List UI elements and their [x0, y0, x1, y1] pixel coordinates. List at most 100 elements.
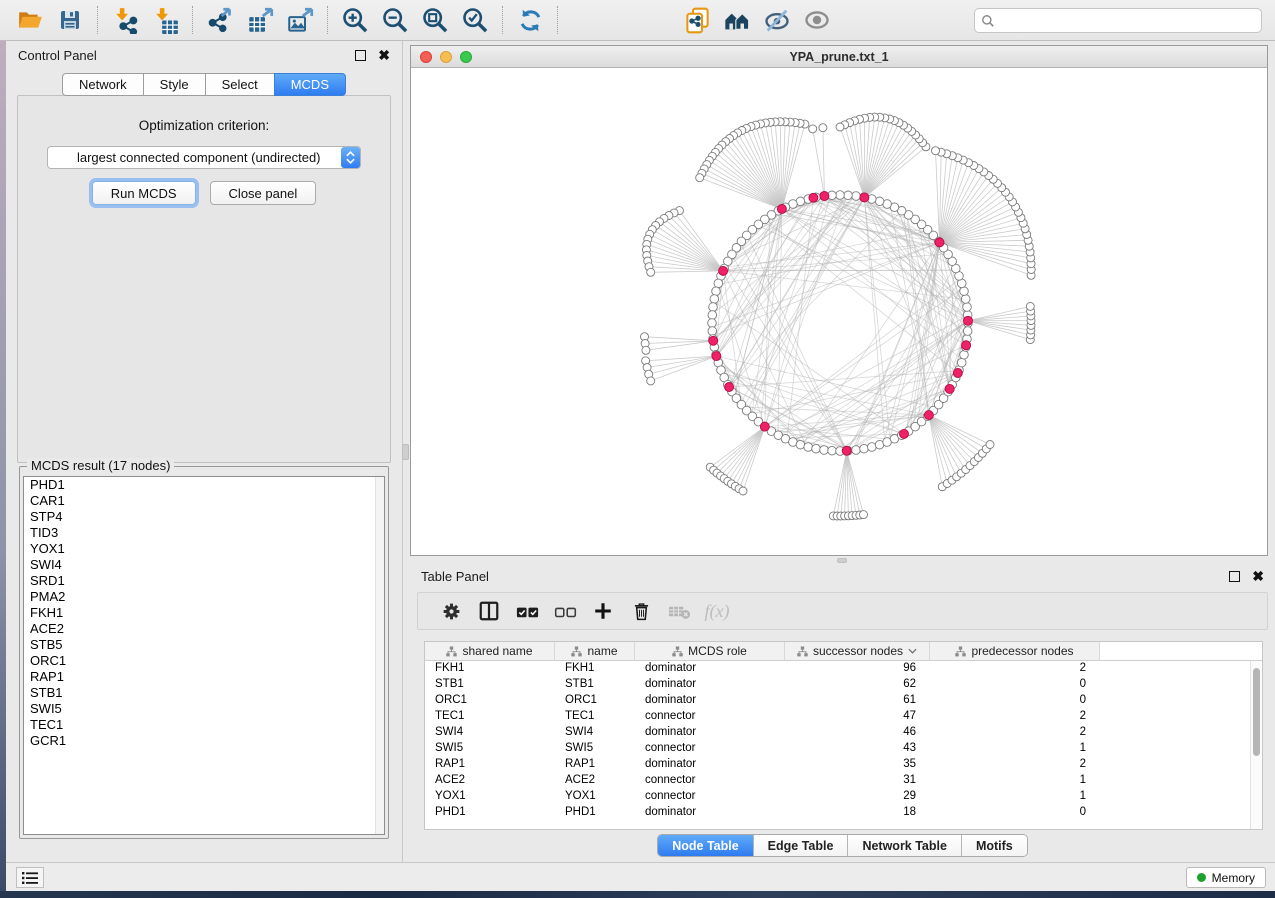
show-graphics-details-button[interactable] — [797, 3, 837, 37]
mcds-result-item[interactable]: CAR1 — [24, 493, 384, 509]
mcds-result-item[interactable]: SRD1 — [24, 573, 384, 589]
mcds-result-item[interactable]: SWI5 — [24, 701, 384, 717]
mcds-result-item[interactable]: PMA2 — [24, 589, 384, 605]
optimization-criterion-select[interactable]: largest connected component (undirected) — [47, 146, 361, 169]
tab-select[interactable]: Select — [205, 73, 274, 96]
attribute-type-icon — [797, 646, 808, 657]
table-row[interactable]: STB1STB1dominator620 — [425, 677, 1250, 693]
table-row[interactable]: FKH1FKH1dominator962 — [425, 661, 1250, 677]
import-network-button[interactable] — [105, 3, 145, 37]
export-table-button[interactable] — [240, 3, 280, 37]
houses-icon — [723, 6, 751, 34]
table-row[interactable]: TEC1TEC1connector472 — [425, 709, 1250, 725]
close-panel-icon[interactable]: ✖ — [378, 50, 390, 61]
mcds-result-item[interactable]: PHD1 — [24, 477, 384, 493]
zoom-out-button[interactable] — [375, 3, 415, 37]
table-row[interactable]: RAP1RAP1dominator352 — [425, 757, 1250, 773]
save-button[interactable] — [50, 3, 90, 37]
float-table-panel-icon[interactable] — [1229, 571, 1240, 582]
table-cell: FKH1 — [555, 661, 635, 677]
mcds-result-item[interactable]: ACE2 — [24, 621, 384, 637]
column-header-MCDS-role[interactable]: MCDS role — [635, 642, 785, 660]
close-panel-button[interactable]: Close panel — [210, 181, 317, 205]
search-input[interactable] — [999, 13, 1255, 29]
mcds-result-item[interactable]: TID3 — [24, 525, 384, 541]
export-network-button[interactable] — [200, 3, 240, 37]
mcds-result-item[interactable]: RAP1 — [24, 669, 384, 685]
vertical-splitter-handle[interactable] — [402, 444, 409, 460]
mcds-result-item[interactable]: STP4 — [24, 509, 384, 525]
table-cell: 47 — [785, 709, 930, 725]
network-window-titlebar[interactable]: YPA_prune.txt_1 — [411, 46, 1267, 68]
selected-criterion: largest connected component (undirected) — [48, 150, 341, 165]
deselect-all-rows-button[interactable] — [546, 595, 584, 627]
table-row[interactable]: SWI4SWI4dominator462 — [425, 725, 1250, 741]
column-layout-button[interactable] — [470, 595, 508, 627]
mcds-result-item[interactable]: ORC1 — [24, 653, 384, 669]
tab-style[interactable]: Style — [143, 73, 205, 96]
control-panel-title: Control Panel — [18, 48, 355, 63]
table-cell: FKH1 — [425, 661, 555, 677]
table-cell: 2 — [930, 661, 1100, 677]
export-image-button[interactable] — [280, 3, 320, 37]
column-header-name[interactable]: name — [555, 642, 635, 660]
houses-button[interactable] — [717, 3, 757, 37]
search-box[interactable] — [974, 8, 1262, 33]
task-history-button[interactable] — [16, 867, 44, 888]
table-scrollbar[interactable] — [1250, 661, 1262, 829]
table-settings-button[interactable] — [432, 595, 470, 627]
import-table-button[interactable] — [145, 3, 185, 37]
zoom-fit-button[interactable] — [415, 3, 455, 37]
select-all-rows-button[interactable] — [508, 595, 546, 627]
eye-slash-icon — [763, 6, 791, 34]
table-scrollbar-thumb[interactable] — [1253, 668, 1260, 756]
table-cell: 2 — [930, 725, 1100, 741]
table-row[interactable]: ACE2ACE2connector311 — [425, 773, 1250, 789]
tab-edge-table[interactable]: Edge Table — [754, 835, 849, 856]
tab-motifs[interactable]: Motifs — [962, 835, 1027, 856]
import-table-icon — [152, 7, 179, 34]
table-cell: 96 — [785, 661, 930, 677]
column-header-shared-name[interactable]: shared name — [425, 642, 555, 660]
horizontal-splitter-handle[interactable] — [837, 558, 847, 563]
zoom-selected-button[interactable] — [455, 3, 495, 37]
mcds-result-item[interactable]: GCR1 — [24, 733, 384, 749]
table-row[interactable]: YOX1YOX1connector291 — [425, 789, 1250, 805]
network-document-button[interactable] — [677, 3, 717, 37]
table-row[interactable]: ORC1ORC1dominator610 — [425, 693, 1250, 709]
mcds-list-scrollbar[interactable] — [375, 477, 384, 834]
delete-table-button[interactable] — [660, 595, 698, 627]
tab-network-table[interactable]: Network Table — [848, 835, 962, 856]
zoom-in-button[interactable] — [335, 3, 375, 37]
memory-button[interactable]: Memory — [1186, 867, 1266, 888]
mcds-result-item[interactable]: FKH1 — [24, 605, 384, 621]
column-header-successor-nodes[interactable]: successor nodes — [785, 642, 930, 660]
hide-graphics-details-button[interactable] — [757, 3, 797, 37]
mcds-result-item[interactable]: TEC1 — [24, 717, 384, 733]
mcds-result-item[interactable]: YOX1 — [24, 541, 384, 557]
network-canvas[interactable] — [411, 68, 1267, 555]
run-mcds-button[interactable]: Run MCDS — [92, 181, 196, 205]
mcds-result-item[interactable]: SWI4 — [24, 557, 384, 573]
function-builder-button[interactable]: f(x) — [698, 595, 736, 627]
refresh-button[interactable] — [510, 3, 550, 37]
attribute-type-icon — [955, 646, 966, 657]
close-table-panel-icon[interactable]: ✖ — [1252, 571, 1264, 582]
desktop-wallpaper-bottom — [0, 891, 1275, 898]
table-row[interactable]: SWI5SWI5connector431 — [425, 741, 1250, 757]
mcds-result-item[interactable]: STB1 — [24, 685, 384, 701]
float-panel-icon[interactable] — [355, 50, 366, 61]
tab-network[interactable]: Network — [62, 73, 143, 96]
eye-icon — [803, 6, 831, 34]
open-file-button[interactable] — [10, 3, 50, 37]
column-header-predecessor-nodes[interactable]: predecessor nodes — [930, 642, 1100, 660]
add-column-button[interactable] — [584, 595, 622, 627]
tab-mcds[interactable]: MCDS — [274, 73, 346, 96]
mcds-result-item[interactable]: STB5 — [24, 637, 384, 653]
table-cell: dominator — [635, 805, 785, 821]
attribute-type-icon — [446, 646, 457, 657]
mcds-result-list[interactable]: PHD1CAR1STP4TID3YOX1SWI4SRD1PMA2FKH1ACE2… — [23, 476, 385, 835]
tab-node-table[interactable]: Node Table — [658, 835, 753, 856]
delete-column-button[interactable] — [622, 595, 660, 627]
table-row[interactable]: PHD1PHD1dominator180 — [425, 805, 1250, 821]
